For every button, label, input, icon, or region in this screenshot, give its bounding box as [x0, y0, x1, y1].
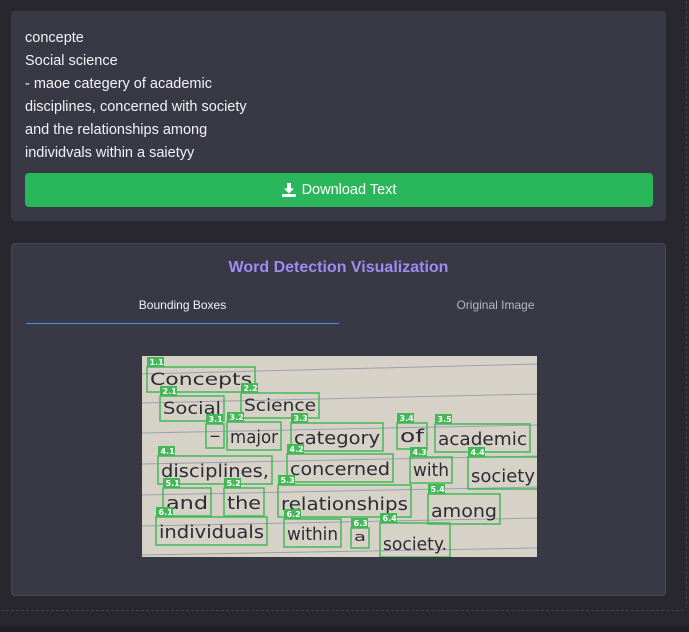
- box-label: 3.5: [438, 415, 453, 424]
- box-label: 3.1: [209, 415, 224, 424]
- word-box: category 3.3: [290, 413, 384, 452]
- word-boxes-canvas: Concepts1.1Social2.1Science2.2-3.1major3…: [142, 357, 537, 557]
- box-label: 5.1: [166, 479, 181, 488]
- box-label: 2.1: [163, 387, 178, 396]
- box-label: 3.4: [400, 414, 415, 423]
- handwritten-word: a: [354, 530, 366, 544]
- handwritten-word: the: [227, 493, 261, 514]
- word-detection-card: Word Detection Visualization Bounding Bo…: [11, 243, 666, 596]
- box-label: 4.2: [290, 445, 304, 454]
- annotated-image: Concepts 1.1 Social 2.1 Science 2.2-3.1 major 3…: [142, 356, 537, 557]
- ocr-line: - maoe categery of academic: [25, 76, 212, 92]
- box-label: 1.1: [150, 358, 165, 367]
- word-box: Science2.2: [240, 383, 320, 419]
- box-label: 5.4: [431, 485, 446, 494]
- download-text-button[interactable]: Download Text: [25, 173, 653, 207]
- box-label: 4.4: [471, 448, 486, 457]
- box-label: 3.3: [294, 414, 308, 423]
- download-icon: [281, 183, 296, 197]
- word-box: society 4.4: [467, 447, 537, 490]
- box-label: 6.3: [354, 519, 368, 528]
- box-label: 5.3: [281, 476, 295, 485]
- handwritten-word: major: [230, 427, 279, 448]
- ocr-line: Social science: [25, 53, 118, 69]
- box-label: 4.1: [161, 447, 176, 456]
- word-box: a 6.3: [350, 518, 370, 549]
- handwritten-word: individuals: [159, 522, 264, 543]
- handwritten-word: academic: [438, 429, 527, 450]
- box-label: 6.4: [383, 514, 398, 523]
- word-box: of 3.4: [396, 413, 428, 450]
- ocr-line: individvals within a saietyy: [25, 145, 195, 161]
- handwritten-word: with: [413, 460, 449, 481]
- ocr-line: concepte: [25, 30, 84, 46]
- handwritten-word: -: [209, 426, 221, 445]
- word-box: among 5.4: [427, 484, 501, 525]
- handwritten-word: of: [400, 426, 425, 447]
- box-label: 5.2: [227, 479, 241, 488]
- visualization-title: Word Detection Visualization: [228, 259, 449, 276]
- handwritten-word: within: [287, 524, 338, 545]
- bottom-strip: [0, 626, 689, 632]
- download-button-label: Download Text: [301, 182, 397, 198]
- ocr-line: and the relationships among: [25, 122, 208, 138]
- handwritten-word: concerned: [290, 459, 390, 480]
- box-label: 6.1: [159, 508, 174, 517]
- tab-bounding-boxes[interactable]: Bounding Boxes: [26, 297, 339, 324]
- tab-original-image[interactable]: Original Image: [339, 297, 652, 323]
- box-label: 4.3: [413, 448, 427, 457]
- handwritten-word: society: [471, 466, 535, 487]
- box-label: 6.2: [287, 510, 301, 519]
- box-label: 3.2: [230, 413, 244, 422]
- box-label: 2.2: [244, 384, 258, 393]
- handwritten-word: society.: [383, 534, 447, 555]
- ocr-line: disciplines, concerned with society: [25, 99, 247, 115]
- handwritten-word: among: [431, 501, 497, 522]
- handwritten-word: category: [294, 428, 380, 449]
- word-box: concerned 4.2: [286, 444, 394, 483]
- extracted-text-card: concepte Social science - maoe categery …: [11, 11, 666, 221]
- word-box: academic 3.5: [434, 414, 531, 453]
